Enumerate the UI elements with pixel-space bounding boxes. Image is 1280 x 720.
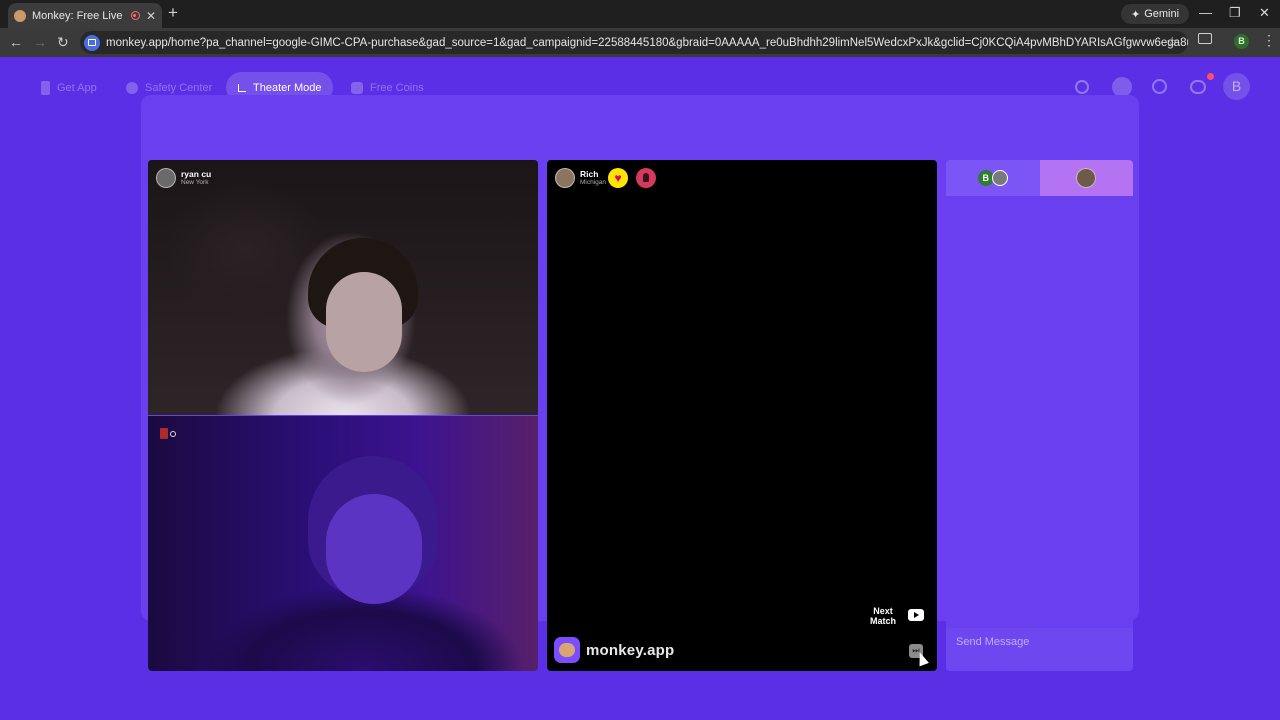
expand-icon — [238, 83, 246, 92]
browser-tab[interactable]: Monkey: Free Live Video Ch ✕ — [8, 3, 162, 28]
new-tab-button[interactable]: + — [168, 4, 178, 22]
phone-icon — [41, 80, 50, 95]
user-avatar[interactable]: B — [1223, 73, 1250, 100]
user-tag-top[interactable]: ryan cu New York — [156, 168, 211, 188]
sparkle-icon: ✦ — [1131, 8, 1141, 21]
user-name: ryan cu — [181, 168, 212, 179]
heart-icon[interactable]: ♥ — [608, 168, 628, 188]
history-icon[interactable] — [1152, 79, 1167, 94]
browser-toolbar: ← → ↻ monkey.app/home?pa_channel=google-… — [0, 28, 1280, 57]
free-coins-label: Free Coins — [370, 81, 424, 94]
next-match-label[interactable]: Next Match — [864, 606, 902, 626]
reload-icon[interactable]: ↻ — [57, 33, 69, 51]
chat-tabs: B — [946, 160, 1133, 196]
recording-icon — [130, 11, 140, 20]
avatar — [156, 168, 176, 188]
cast-icon[interactable] — [1198, 33, 1212, 44]
tab-close-icon[interactable]: ✕ — [146, 9, 156, 23]
brand-text: monkey.app — [586, 641, 675, 659]
bookmark-star-icon[interactable]: ☆ — [1166, 34, 1178, 50]
chat-panel: B — [946, 160, 1133, 671]
avatar — [991, 170, 1008, 186]
partner-name: Rich — [580, 168, 599, 179]
url-text[interactable]: monkey.app/home?pa_channel=google-GIMC-C… — [106, 37, 1188, 49]
camera-indicator-icon — [160, 428, 176, 439]
send-message-input[interactable] — [954, 628, 1125, 649]
back-icon[interactable]: ← — [9, 33, 23, 51]
chat-tab-partner[interactable] — [1039, 160, 1133, 196]
partner-location: Michigan — [580, 178, 607, 186]
report-icon[interactable] — [636, 168, 656, 188]
notification-badge — [1207, 73, 1214, 80]
search-icon[interactable] — [1075, 80, 1089, 94]
partner-user-tag[interactable]: Rich Michigan — [555, 168, 606, 188]
partner-video-feed: Rich Michigan ♥ — [547, 160, 937, 671]
forward-icon[interactable]: → — [33, 33, 47, 51]
gemini-label: Gemini — [1144, 8, 1180, 20]
get-app-button[interactable]: Get App — [29, 72, 109, 103]
coins-icon — [351, 81, 363, 94]
monkey-favicon-icon — [14, 9, 26, 22]
next-match-icon[interactable] — [908, 609, 924, 621]
browser-profile-avatar[interactable]: B — [1234, 34, 1249, 49]
user-location: New York — [181, 178, 209, 186]
self-video-feed: ryan cu New York — [148, 160, 538, 415]
safety-center-label: Safety Center — [145, 81, 213, 94]
my-camera-feed — [148, 416, 538, 671]
gemini-button[interactable]: ✦ Gemini — [1121, 4, 1190, 24]
address-bar[interactable]: monkey.app/home?pa_channel=google-GIMC-C… — [80, 31, 1188, 54]
monkey-logo-icon — [554, 637, 580, 663]
coin-balance-icon[interactable] — [1112, 77, 1132, 97]
theater-mode-label: Theater Mode — [253, 81, 322, 94]
minimize-icon[interactable]: — — [1199, 5, 1212, 20]
chat-tab-participants[interactable]: B — [946, 160, 1040, 196]
avatar — [555, 168, 575, 188]
menu-kebab-icon[interactable]: ⋮ — [1262, 32, 1276, 49]
restore-icon[interactable]: ❐ — [1229, 5, 1241, 21]
monkey-brand: monkey.app — [554, 637, 674, 663]
shield-icon — [126, 81, 138, 94]
window-close-icon[interactable]: ✕ — [1259, 5, 1270, 21]
chat-input-area — [946, 628, 1133, 671]
messages-icon[interactable] — [1190, 80, 1206, 94]
partner-avatar — [1076, 168, 1097, 188]
tab-title: Monkey: Free Live Video Ch — [32, 9, 125, 22]
site-info-icon[interactable] — [84, 34, 100, 51]
get-app-label: Get App — [57, 81, 97, 94]
browser-tabstrip: Monkey: Free Live Video Ch ✕ + ✦ Gemini … — [0, 0, 1280, 28]
